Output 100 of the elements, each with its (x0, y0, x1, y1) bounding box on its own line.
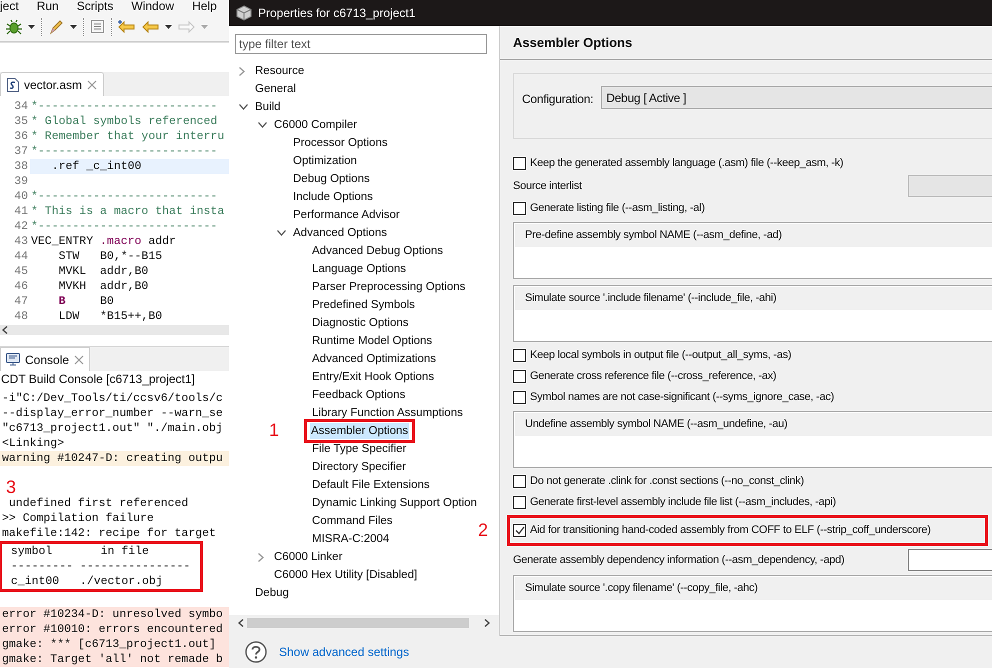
list-header: Undefine assembly symbol NAME (--asm_undefine, -au) (525, 417, 788, 432)
tree-item[interactable]: Directory Specifier (311, 459, 407, 475)
console-tab[interactable]: Console (0, 347, 90, 371)
pencil-icon[interactable] (48, 18, 64, 34)
horizontal-scrollbar[interactable] (0, 325, 229, 335)
console-line: --------- ---------------- (10, 560, 190, 573)
document-list-icon[interactable] (90, 19, 105, 34)
code-line: STW B0,*--B15 (58, 250, 162, 263)
tab-label: vector.asm (24, 76, 82, 94)
console-line: >> Compilation failure (2, 512, 154, 525)
line-number: 44 (13, 249, 29, 264)
tab-label: Console (25, 352, 70, 368)
checkbox[interactable] (513, 349, 526, 362)
scrollbar-thumb[interactable] (247, 618, 469, 628)
tree-item[interactable]: Dynamic Linking Support Option (311, 495, 478, 511)
menu-item[interactable]: Scripts (76, 0, 114, 12)
tree-item[interactable]: Advanced Options (292, 225, 388, 241)
checkbox-label: Keep the generated assembly language (.asm) file (--keep_asm, -k) (530, 156, 844, 172)
code-line: VEC_ENTRY .macro addr (31, 235, 176, 248)
tree-item[interactable]: Optimization (292, 153, 358, 169)
list-box[interactable]: Undefine assembly symbol NAME (--asm_undefine, -au) (513, 411, 992, 468)
tree-item[interactable]: Feedback Options (311, 387, 406, 403)
line-number: 41 (13, 204, 29, 219)
dropdown[interactable] (908, 549, 992, 571)
list-box[interactable]: Simulate source '.copy filename' (--copy_file, -ahc) (513, 575, 992, 632)
help-icon[interactable] (245, 641, 267, 663)
filter-field[interactable]: type filter text (235, 34, 487, 54)
tree-item[interactable]: Entry/Exit Hook Options (311, 369, 436, 385)
tree-item[interactable]: C6000 Hex Utility [Disabled] (273, 567, 418, 583)
tree-item[interactable]: Advanced Debug Options (311, 243, 444, 259)
console-line: undefined first referenced (8, 497, 188, 510)
configuration-label: Configuration: (522, 91, 594, 108)
close-icon[interactable] (87, 80, 98, 90)
checkbox-label: Symbol names are not case-significant (--syms_ignore_case, -ac) (530, 390, 834, 406)
tree-item[interactable]: General (254, 81, 297, 97)
close-icon[interactable] (74, 354, 84, 364)
list-box[interactable]: Pre-define assembly symbol NAME (--asm_define, -ad) (513, 222, 992, 279)
configuration-dropdown[interactable]: Debug [ Active ] (601, 86, 992, 109)
menu-item[interactable]: Help (192, 0, 217, 12)
tree-item[interactable]: Processor Options (292, 135, 389, 151)
console-line: symbol in file (10, 545, 149, 558)
show-advanced-settings-link[interactable]: Show advanced settings (279, 643, 410, 661)
dropdown-caret-icon[interactable] (70, 24, 77, 28)
code-line: *-------------------------- (31, 145, 218, 158)
chevron-down-icon[interactable] (258, 122, 267, 128)
asm-file-icon (7, 78, 19, 92)
line-number: 47 (13, 294, 29, 309)
field-label: Source interlist (513, 178, 582, 194)
tree-item[interactable]: Library Function Assumptions (311, 405, 464, 421)
tree-item[interactable]: Build (254, 99, 282, 115)
console-line: "c6713_project1.out" "./main.obj (2, 422, 223, 435)
tree-item[interactable]: Assembler Options (310, 423, 410, 439)
chevron-right-icon[interactable] (484, 618, 490, 626)
tree-item[interactable]: Language Options (311, 261, 407, 277)
field-label: Generate assembly dependency information (--asm_dependency, -apd) (513, 552, 844, 568)
code-line: * This is a macro that insta (31, 205, 224, 218)
code-line: MVKH addr,B0 (58, 280, 148, 293)
cube-icon (236, 5, 252, 21)
tree-item[interactable]: Predefined Symbols (311, 297, 416, 313)
chevron-down-icon[interactable] (277, 230, 286, 236)
tree-item[interactable]: Parser Preprocessing Options (311, 279, 466, 295)
tree-item[interactable]: Include Options (292, 189, 374, 205)
checkbox[interactable] (513, 524, 526, 537)
checkbox[interactable] (513, 475, 526, 488)
list-box[interactable]: Simulate source '.include filename' (--include_file, -ahi) (513, 285, 992, 342)
checkbox[interactable] (513, 391, 526, 404)
back-arrow-icon[interactable] (142, 20, 159, 34)
back-arrow-star-icon[interactable] (118, 20, 136, 34)
menu-item[interactable]: Window (131, 0, 174, 12)
tree-item[interactable]: Performance Advisor (292, 207, 401, 223)
menu-item[interactable]: Run (36, 0, 59, 12)
tree-item[interactable]: Runtime Model Options (311, 333, 434, 349)
dropdown-caret-icon[interactable] (165, 24, 172, 28)
tree-item[interactable]: Command Files (311, 513, 394, 529)
tree-item[interactable]: Debug (254, 585, 290, 601)
code-line: *-------------------------- (31, 220, 218, 233)
chevron-left-icon[interactable] (2, 326, 8, 334)
tree-item[interactable]: MISRA-C:2004 (311, 531, 390, 547)
console-line: error #10234-D: unresolved symbo (2, 608, 223, 621)
tree-item[interactable]: Advanced Optimizations (311, 351, 438, 367)
tree-item[interactable]: C6000 Linker (273, 549, 344, 565)
chevron-down-icon[interactable] (239, 104, 248, 110)
checkbox-label: Do not generate .clink for .const sections (--no_const_clink) (530, 474, 804, 490)
menu-item[interactable]: ject (0, 0, 19, 12)
dropdown-caret-icon[interactable] (28, 24, 35, 28)
checkbox-label: Generate listing file (--asm_listing, -al) (530, 201, 705, 216)
editor-tab[interactable]: vector.asm (0, 72, 104, 96)
tree-item[interactable]: C6000 Compiler (273, 117, 358, 133)
chevron-left-icon[interactable] (238, 618, 244, 626)
tree-item[interactable]: Default File Extensions (311, 477, 431, 493)
checkbox[interactable] (513, 202, 526, 215)
checkbox-label: Keep local symbols in output file (--output_all_syms, -as) (530, 348, 792, 364)
checkbox[interactable] (513, 370, 526, 383)
tree-item[interactable]: Resource (254, 63, 306, 79)
tree-item[interactable]: Debug Options (292, 171, 371, 187)
tree-item[interactable]: Diagnostic Options (311, 315, 410, 331)
bug-icon[interactable] (6, 18, 22, 34)
checkbox[interactable] (513, 496, 526, 509)
checkbox[interactable] (513, 157, 526, 170)
tree-item[interactable]: File Type Specifier (311, 441, 408, 457)
